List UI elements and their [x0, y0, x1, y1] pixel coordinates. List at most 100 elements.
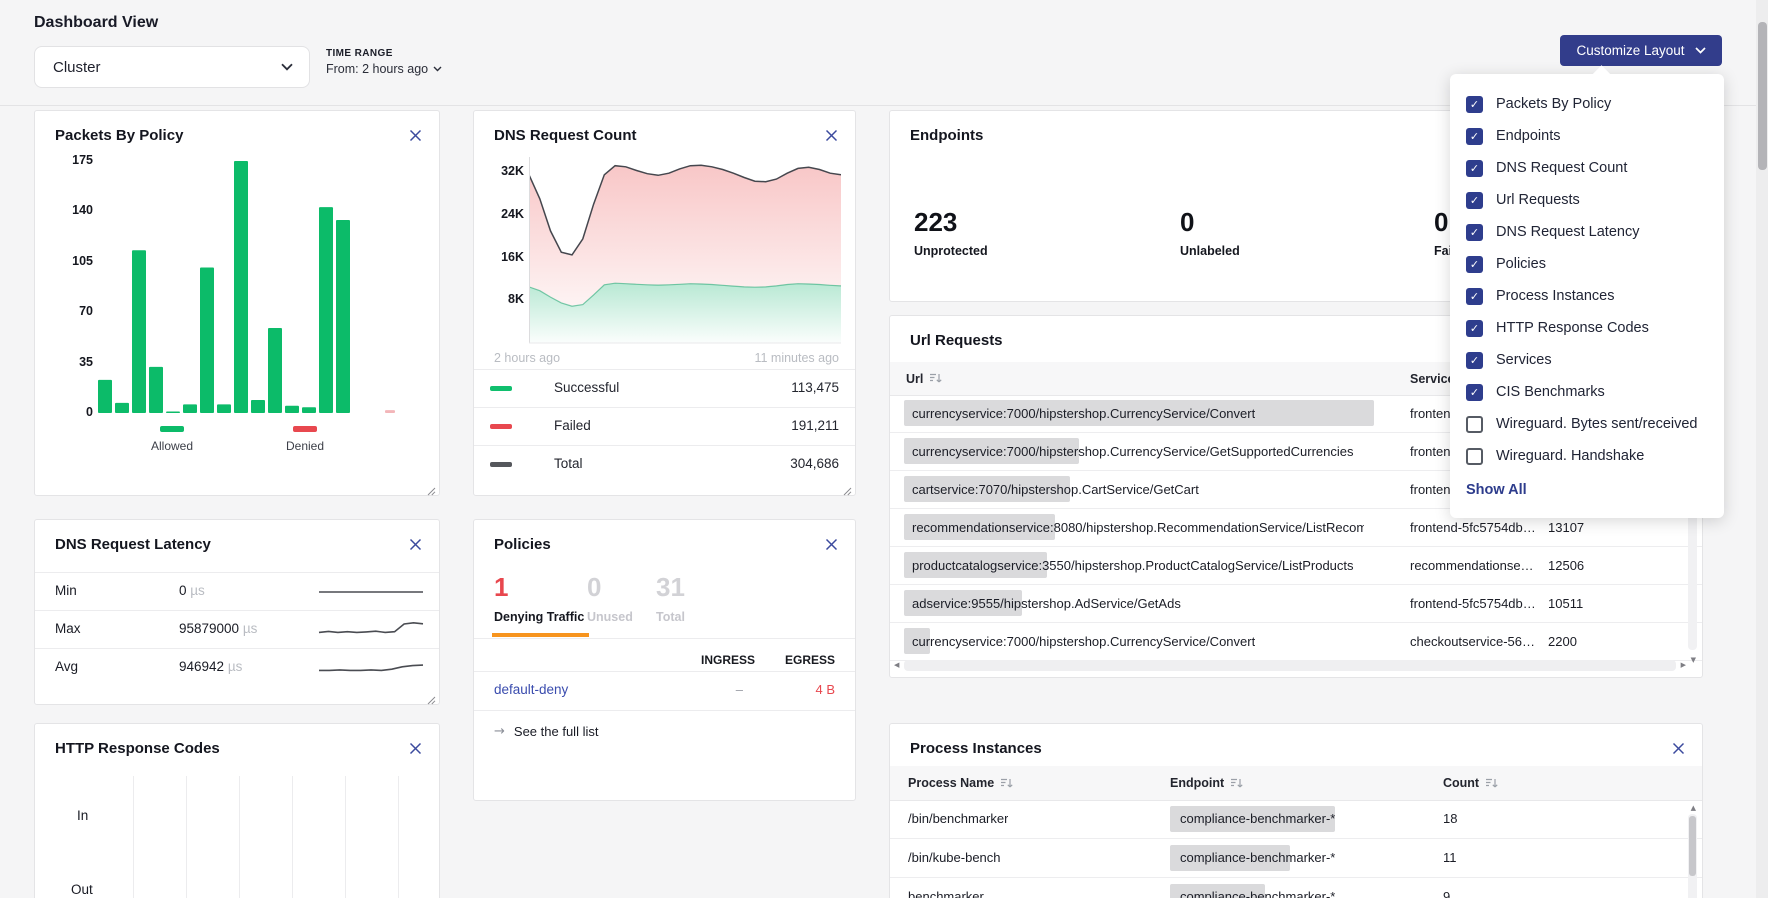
menu-item-dns-request-latency[interactable]: ✓DNS Request Latency	[1450, 216, 1724, 248]
stat-unused[interactable]: 0 Unused	[587, 572, 633, 624]
endpoint-cell: compliance-benchmarker-*	[1170, 839, 1430, 877]
y-tick: 105	[53, 254, 93, 268]
egress-value: 4 B	[815, 682, 835, 697]
legend-swatch	[490, 462, 512, 467]
url-table-horizontal-scrollbar[interactable]	[904, 660, 1676, 671]
checkbox-icon[interactable]: ✓	[1466, 128, 1483, 145]
x-axis-left-label: 2 hours ago	[494, 351, 560, 365]
process-table-body: /bin/benchmarkercompliance-benchmarker-*…	[890, 800, 1702, 898]
count-column-header[interactable]: Count	[1443, 766, 1498, 800]
close-icon[interactable]	[407, 536, 423, 552]
card-title: Process Instances	[910, 740, 1042, 757]
close-icon[interactable]	[407, 740, 423, 756]
close-icon[interactable]	[823, 536, 839, 552]
process-name-column-header[interactable]: Process Name	[908, 766, 1013, 800]
time-range-label: TIME RANGE	[326, 48, 442, 59]
menu-item-label: Endpoints	[1496, 128, 1561, 144]
checkbox-icon[interactable]: ✓	[1466, 96, 1483, 113]
process-name-text: benchmarker	[908, 878, 984, 898]
resize-handle[interactable]	[427, 692, 436, 701]
card-title: Policies	[494, 536, 551, 553]
count-text: 9	[1443, 878, 1450, 898]
legend-value: 304,686	[790, 456, 839, 471]
latency-row-avg: Avg946942 µs	[35, 648, 439, 686]
url-table-row[interactable]: productcatalogservice:3550/hipstershop.P…	[890, 547, 1702, 585]
url-table-row[interactable]: adservice:9555/hipstershop.AdService/Get…	[890, 585, 1702, 623]
url-table-row[interactable]: currencyservice:7000/hipstershop.Currenc…	[890, 623, 1702, 661]
scroll-up-arrow[interactable]: ▲	[1691, 804, 1696, 812]
service-column-header[interactable]: Service	[1410, 362, 1454, 395]
y-tick: 70	[53, 304, 93, 318]
checkbox-icon[interactable]: ✓	[1466, 160, 1483, 177]
menu-item-packets-by-policy[interactable]: ✓Packets By Policy	[1450, 88, 1724, 120]
see-full-list-link[interactable]: → See the full list	[494, 724, 598, 739]
process-table-vertical-scrollbar[interactable]	[1688, 814, 1697, 898]
url-column-header[interactable]: Url	[906, 362, 942, 395]
card-title: Endpoints	[910, 127, 983, 144]
y-tick: 16K	[484, 250, 524, 264]
page-scrollbar-thumb[interactable]	[1758, 22, 1767, 170]
close-icon[interactable]	[823, 127, 839, 143]
menu-item-label: Wireguard. Handshake	[1496, 448, 1644, 464]
menu-item-label: CIS Benchmarks	[1496, 384, 1605, 400]
menu-item-http-response-codes[interactable]: ✓ HTTP Response Codes	[1450, 312, 1724, 344]
endpoint-text: compliance-benchmarker-*	[1180, 878, 1335, 898]
checkbox-icon[interactable]: ✓	[1466, 352, 1483, 369]
allowed-swatch	[160, 426, 184, 432]
url-text: recommendationservice:8080/hipstershop.R…	[912, 509, 1364, 546]
menu-item-dns-request-count[interactable]: ✓DNS Request Count	[1450, 152, 1724, 184]
latency-row-min: Min0 µs	[35, 572, 439, 610]
menu-item-wireguard-handshake[interactable]: Wireguard. Handshake	[1450, 440, 1724, 472]
gridline	[292, 776, 293, 898]
customize-layout-button[interactable]: Customize Layout	[1560, 35, 1722, 66]
resize-handle[interactable]	[427, 483, 436, 492]
latency-value: 0 µs	[179, 583, 205, 598]
menu-item-url-requests[interactable]: ✓Url Requests	[1450, 184, 1724, 216]
checkbox-icon[interactable]	[1466, 448, 1483, 465]
service-text: recommendationse…	[1410, 547, 1534, 584]
scroll-right-arrow[interactable]: ▶	[1681, 661, 1686, 669]
url-cell: cartservice:7070/hipstershop.CartService…	[904, 471, 1366, 508]
close-icon[interactable]	[1670, 740, 1686, 756]
menu-item-label: HTTP Response Codes	[1496, 320, 1649, 336]
menu-item-services[interactable]: ✓Services	[1450, 344, 1724, 376]
show-all-link[interactable]: Show All	[1450, 472, 1724, 498]
checkbox-icon[interactable]: ✓	[1466, 384, 1483, 401]
menu-item-cis-benchmarks[interactable]: ✓ CIS Benchmarks	[1450, 376, 1724, 408]
menu-item-process-instances[interactable]: ✓Process Instances	[1450, 280, 1724, 312]
latency-rows: Min0 µsMax95879000 µsAvg946942 µs	[35, 572, 439, 686]
row-label-out: Out	[71, 882, 93, 897]
process-table-row[interactable]: /bin/benchmarkercompliance-benchmarker-*…	[890, 800, 1702, 839]
endpoint-column-header[interactable]: Endpoint	[1170, 766, 1243, 800]
process-table-row[interactable]: /bin/kube-benchcompliance-benchmarker-*1…	[890, 839, 1702, 878]
menu-item-endpoints[interactable]: ✓ Endpoints	[1450, 120, 1724, 152]
stat-total[interactable]: 31 Total	[656, 572, 685, 624]
legend-row-failed: Failed191,211	[474, 407, 855, 445]
card-title: DNS Request Count	[494, 127, 637, 144]
checkbox-icon[interactable]: ✓	[1466, 320, 1483, 337]
close-icon[interactable]	[407, 127, 423, 143]
customize-layout-label: Customize Layout	[1576, 43, 1684, 58]
stat-value: 0	[587, 572, 633, 603]
checkbox-icon[interactable]: ✓	[1466, 192, 1483, 209]
latency-sparkline	[318, 617, 424, 643]
view-selector-dropdown[interactable]: Cluster	[34, 46, 310, 88]
checkbox-icon[interactable]	[1466, 416, 1483, 433]
denied-swatch	[293, 426, 317, 432]
menu-item-policies[interactable]: ✓Policies	[1450, 248, 1724, 280]
policy-link[interactable]: default-deny	[494, 682, 568, 697]
checkbox-icon[interactable]: ✓	[1466, 256, 1483, 273]
process-table-row[interactable]: benchmarker compliance-benchmarker-* 9	[890, 878, 1702, 898]
stat-denying-traffic[interactable]: 1 Denying Traffic	[494, 572, 584, 624]
legend-row-total: Total304,686	[474, 445, 855, 483]
page-scrollbar[interactable]	[1756, 0, 1768, 898]
allowed-label: Allowed	[142, 439, 202, 453]
checkbox-icon[interactable]: ✓	[1466, 288, 1483, 305]
card-title: HTTP Response Codes	[55, 740, 220, 757]
time-range-value[interactable]: From: 2 hours ago	[326, 62, 442, 76]
checkbox-icon[interactable]: ✓	[1466, 224, 1483, 241]
scroll-left-arrow[interactable]: ◀	[894, 661, 899, 669]
scroll-down-arrow[interactable]: ▼	[1691, 656, 1696, 664]
menu-item-wireguard-bytes-sent-received[interactable]: Wireguard. Bytes sent/received	[1450, 408, 1724, 440]
resize-handle[interactable]	[843, 483, 852, 492]
